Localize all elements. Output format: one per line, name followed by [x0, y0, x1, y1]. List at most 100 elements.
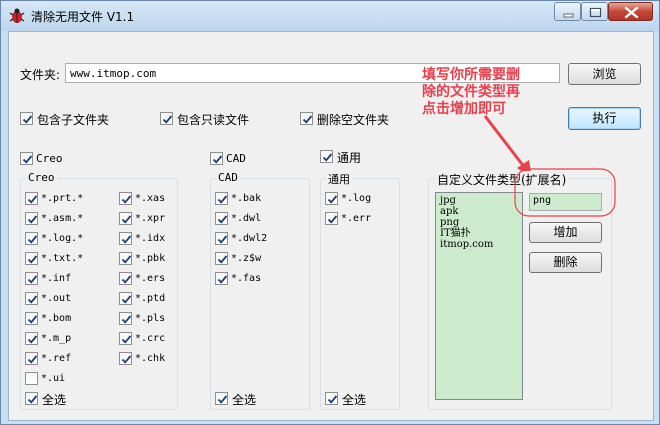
- file-type-label: *.m_p: [41, 333, 72, 344]
- check-icon: [121, 215, 132, 224]
- file-type-checkbox[interactable]: [119, 232, 132, 245]
- file-type-checkbox[interactable]: [119, 292, 132, 305]
- title-bar[interactable]: 清除无用文件 V1.1: [1, 1, 659, 31]
- maximize-button[interactable]: [581, 2, 608, 21]
- list-item[interactable]: png: [440, 217, 518, 228]
- file-type-checkbox[interactable]: [119, 332, 132, 345]
- file-type-label: *.ref: [41, 353, 72, 364]
- check-icon: [27, 355, 38, 364]
- file-type-checkbox[interactable]: [215, 192, 228, 205]
- file-type-label: *.ptd: [135, 293, 166, 304]
- file-type-label: *.log: [341, 193, 372, 204]
- file-type-checkbox[interactable]: [325, 192, 338, 205]
- annotation-line-1: 填写你所需要删: [422, 67, 520, 83]
- list-item[interactable]: apk: [440, 206, 518, 217]
- include-subfolders-checkbox[interactable]: [20, 112, 33, 125]
- check-icon: [121, 315, 132, 324]
- file-type-label: *.dwl: [231, 213, 262, 224]
- file-type-checkbox[interactable]: [119, 212, 132, 225]
- custom-types-list[interactable]: jpg apk png IT猫扑 itmop.com: [435, 192, 523, 400]
- file-type-label: *.ers: [135, 273, 166, 284]
- file-type-checkbox[interactable]: [25, 232, 38, 245]
- file-type-checkbox[interactable]: [25, 192, 38, 205]
- file-type-checkbox[interactable]: [25, 372, 38, 385]
- execute-button[interactable]: 执行: [568, 107, 641, 130]
- minimize-button[interactable]: [554, 2, 581, 21]
- file-type-label: *.crc: [135, 333, 166, 344]
- file-type-checkbox[interactable]: [25, 212, 38, 225]
- delete-button[interactable]: 删除: [529, 252, 602, 273]
- check-icon: [22, 115, 33, 124]
- add-button[interactable]: 增加: [529, 222, 602, 243]
- file-type-checkbox[interactable]: [25, 292, 38, 305]
- general-select-all-label: 全选: [342, 393, 367, 407]
- file-type-checkbox[interactable]: [119, 352, 132, 365]
- include-readonly-label: 包含只读文件: [177, 113, 250, 127]
- check-icon: [162, 115, 173, 124]
- check-icon: [121, 275, 132, 284]
- file-type-checkbox[interactable]: [215, 232, 228, 245]
- file-type-label: *.log.*: [41, 233, 84, 244]
- check-icon: [121, 195, 132, 204]
- creo-master-checkbox[interactable]: [20, 152, 33, 165]
- file-type-checkbox[interactable]: [215, 212, 228, 225]
- app-window: 清除无用文件 V1.1 文件夹: www.itmop.com 浏览 包含子文件夹…: [0, 0, 660, 425]
- close-icon: [624, 6, 639, 19]
- check-icon: [217, 255, 228, 264]
- cad-select-all-label: 全选: [232, 393, 257, 407]
- file-type-checkbox[interactable]: [119, 272, 132, 285]
- file-type-checkbox[interactable]: [215, 272, 228, 285]
- list-item[interactable]: jpg: [440, 195, 518, 206]
- check-icon: [302, 115, 313, 124]
- file-type-checkbox[interactable]: [25, 312, 38, 325]
- file-type-checkbox[interactable]: [119, 312, 132, 325]
- file-type-label: *.inf: [41, 273, 72, 284]
- file-type-label: *.asm.*: [41, 213, 84, 224]
- check-icon: [27, 255, 38, 264]
- file-type-checkbox[interactable]: [25, 332, 38, 345]
- check-icon: [217, 195, 228, 204]
- check-icon: [27, 235, 38, 244]
- check-icon: [27, 335, 38, 344]
- file-type-checkbox[interactable]: [215, 252, 228, 265]
- check-icon: [27, 295, 38, 304]
- check-icon: [217, 215, 228, 224]
- check-icon: [217, 395, 228, 404]
- check-icon: [121, 355, 132, 364]
- check-icon: [121, 335, 132, 344]
- check-icon: [27, 215, 38, 224]
- list-item[interactable]: IT猫扑: [440, 228, 518, 239]
- close-button[interactable]: [608, 2, 653, 21]
- file-type-label: *.prt.*: [41, 193, 84, 204]
- general-master-checkbox[interactable]: [320, 150, 333, 163]
- file-type-checkbox[interactable]: [25, 252, 38, 265]
- cad-master-checkbox[interactable]: [210, 152, 223, 165]
- check-icon: [27, 315, 38, 324]
- check-icon: [327, 395, 338, 404]
- include-subfolders-label: 包含子文件夹: [37, 113, 110, 127]
- file-type-label: *.xpr: [135, 213, 166, 224]
- file-type-checkbox[interactable]: [119, 252, 132, 265]
- delete-empty-folders-checkbox[interactable]: [300, 112, 313, 125]
- file-type-label: *.fas: [231, 273, 262, 284]
- cad-select-all-checkbox[interactable]: [215, 392, 228, 405]
- file-type-label: *.chk: [135, 353, 166, 364]
- file-type-checkbox[interactable]: [25, 272, 38, 285]
- file-type-checkbox[interactable]: [119, 192, 132, 205]
- include-readonly-checkbox[interactable]: [160, 112, 173, 125]
- creo-select-all-label: 全选: [42, 393, 67, 407]
- list-item[interactable]: itmop.com: [440, 239, 518, 250]
- check-icon: [327, 215, 338, 224]
- browse-button[interactable]: 浏览: [568, 63, 641, 85]
- file-type-label: *.idx: [135, 233, 166, 244]
- creo-select-all-checkbox[interactable]: [25, 392, 38, 405]
- file-type-label: *.z$w: [231, 253, 262, 264]
- file-type-checkbox[interactable]: [325, 212, 338, 225]
- file-type-label: *.pls: [135, 313, 166, 324]
- cad-group-title: CAD: [216, 171, 240, 184]
- file-type-label: *.bom: [41, 313, 72, 324]
- general-select-all-checkbox[interactable]: [325, 392, 338, 405]
- file-type-checkbox[interactable]: [25, 352, 38, 365]
- check-icon: [27, 195, 38, 204]
- annotation-highlight-ellipse: [514, 168, 616, 217]
